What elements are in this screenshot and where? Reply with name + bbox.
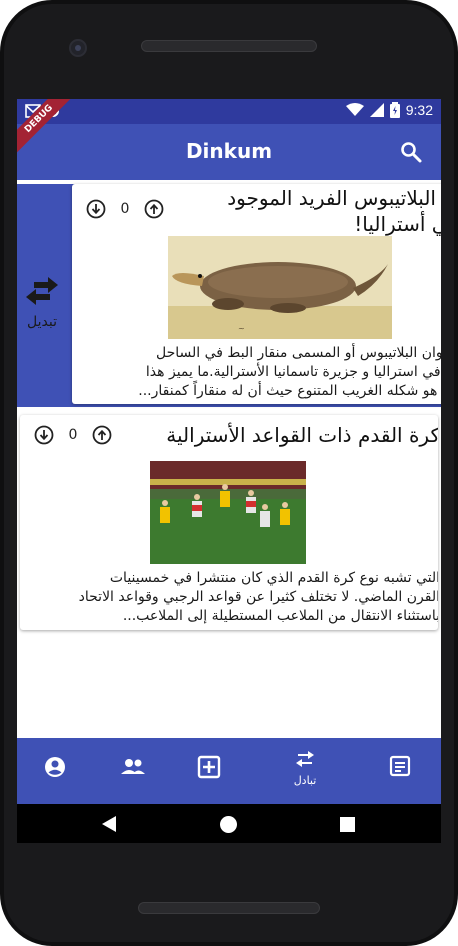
downvote-icon[interactable] — [34, 425, 54, 445]
app-bar: Dinkum — [17, 124, 441, 180]
phone-frame: 9:32 DEBUG Dinkum تبديل 0 ى البلاتيبوس ا… — [0, 0, 458, 946]
downvote-icon[interactable] — [86, 199, 106, 219]
vote-controls: 0 — [86, 199, 164, 219]
group-icon — [121, 759, 145, 774]
post-description: التي تشبه نوع كرة القدم الذي كان منتشرا … — [20, 569, 438, 626]
bottom-speaker — [138, 902, 320, 914]
post-title: ى البلاتيبوس الفريد الموجود في أستراليا! — [227, 185, 441, 237]
vote-controls: 0 — [34, 425, 112, 445]
status-time: 9:32 — [405, 102, 433, 118]
post-description-line: ان هو شكله الغريب المتنوع حيث أن له منقا… — [138, 383, 441, 399]
account-circle-icon — [45, 757, 65, 777]
vote-count: 0 — [68, 427, 78, 443]
bottom-navigation: تبادل — [17, 738, 441, 804]
upvote-icon[interactable] — [144, 199, 164, 219]
status-bar: 9:32 — [17, 99, 441, 124]
nav-item-articles[interactable] — [371, 738, 431, 804]
post-title-line: ى البلاتيبوس الفريد الموجود — [227, 186, 441, 210]
nav-item-add[interactable] — [179, 738, 239, 804]
battery-icon — [389, 102, 400, 118]
screen: 9:32 DEBUG Dinkum تبديل 0 ى البلاتيبوس ا… — [17, 99, 441, 843]
nav-item-profile[interactable] — [25, 738, 85, 804]
nav-label-swap: تبادل — [293, 774, 317, 787]
nav-item-swap[interactable]: تبادل — [275, 738, 335, 804]
swap-horiz-icon — [296, 751, 314, 767]
status-indicators: 9:32 — [345, 102, 433, 118]
add-box-icon — [197, 755, 221, 779]
swap-label: تبديل — [27, 314, 57, 330]
post-description: حيوان البلاتيبوس أو المسمى منقار البط في… — [72, 344, 441, 401]
post-title: كرة القدم ذات القواعد الأسترالية — [166, 423, 438, 447]
post-image-football — [150, 461, 306, 564]
front-camera — [69, 39, 87, 57]
app-title: Dinkum — [185, 139, 273, 163]
wifi-icon — [345, 103, 364, 116]
football-match-photo — [150, 461, 306, 564]
vote-count: 0 — [120, 201, 130, 217]
post-card[interactable]: 0 ى البلاتيبوس الفريد الموجود في أسترالي… — [72, 184, 441, 404]
post-description-line: القرن الماضي. لا تختلف كثيرا عن قواعد ال… — [78, 589, 438, 605]
post-description-line: ي في استراليا و جزيرة تاسمانيا الأسترالي… — [145, 364, 441, 380]
post-image-platypus: ~ — [168, 236, 392, 339]
recents-icon[interactable] — [340, 817, 355, 832]
post-description-line: باستثناء الانتقال من الملاعب المستطيلة إ… — [122, 608, 438, 624]
post-description-line: حيوان البلاتيبوس أو المسمى منقار البط في… — [155, 345, 441, 361]
swap-horiz-icon — [26, 277, 58, 305]
search-icon[interactable] — [399, 140, 423, 164]
svg-text:~: ~ — [238, 324, 245, 333]
nav-item-groups[interactable] — [102, 738, 162, 804]
platypus-illustration: ~ — [168, 236, 392, 339]
post-card[interactable]: 0 كرة القدم ذات القواعد الأسترالية التي … — [20, 415, 438, 630]
cell-signal-icon — [369, 103, 384, 117]
article-icon — [389, 755, 411, 777]
post-title-line: في أستراليا! — [354, 212, 441, 236]
earpiece-speaker — [141, 40, 317, 52]
upvote-icon[interactable] — [92, 425, 112, 445]
home-icon[interactable] — [220, 816, 237, 833]
post-description-line: التي تشبه نوع كرة القدم الذي كان منتشرا … — [109, 570, 438, 586]
system-navigation-bar — [17, 804, 441, 843]
swap-action[interactable]: تبديل — [21, 274, 63, 330]
back-icon[interactable] — [101, 816, 117, 832]
post-list[interactable]: تبديل 0 ى البلاتيبوس الفريد الموجود ي أس… — [17, 180, 441, 738]
